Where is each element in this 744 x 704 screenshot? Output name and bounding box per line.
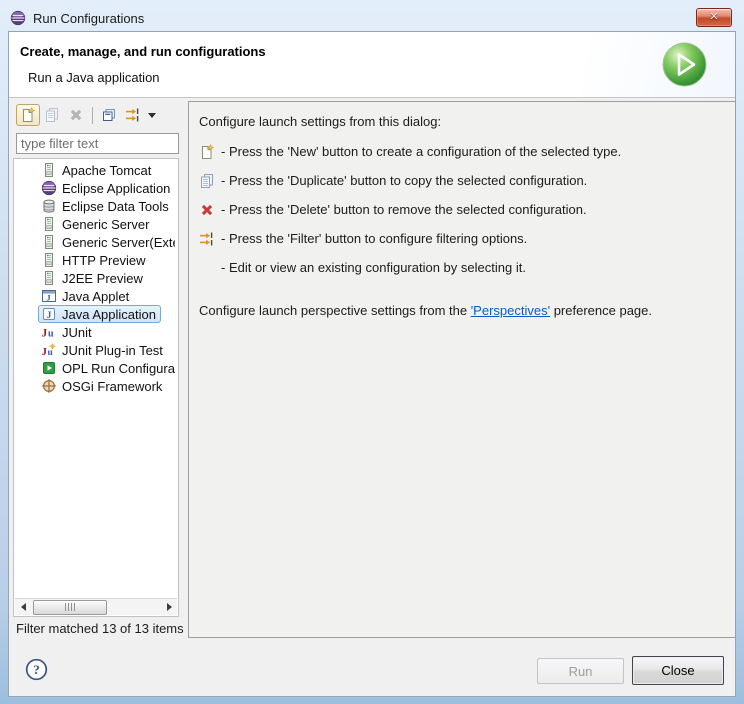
duplicate-button[interactable] — [40, 104, 64, 126]
server-icon — [41, 252, 57, 268]
tree-item-label: Generic Server — [62, 217, 149, 232]
scrollbar-thumb[interactable] — [33, 600, 107, 615]
titlebar[interactable]: Run Configurations — [10, 6, 688, 30]
tree-item-java-application[interactable]: J Java Application — [14, 305, 178, 323]
tree-item-label: OSGi Framework — [62, 379, 162, 394]
run-orb-icon — [661, 41, 708, 88]
toolbar-separator — [92, 107, 93, 124]
delete-button[interactable] — [64, 104, 88, 126]
server-icon — [41, 162, 57, 178]
tree-item-label: Eclipse Application — [62, 181, 170, 196]
dialog-body: Create, manage, and run configurations R… — [8, 31, 736, 697]
help-button[interactable]: ? — [25, 658, 48, 681]
tree-item-label: HTTP Preview — [62, 253, 146, 268]
delete-icon — [199, 202, 215, 218]
svg-text:J: J — [47, 311, 52, 321]
instructions-intro: Configure launch settings from this dial… — [199, 114, 725, 129]
instruction-row: - Edit or view an existing configuration… — [199, 259, 725, 276]
filter-status-text: Filter matched 13 of 13 items — [16, 621, 184, 636]
tree-item-label: Java Applet — [62, 289, 129, 304]
scroll-right-button[interactable] — [161, 599, 177, 615]
chevron-down-icon — [148, 113, 156, 118]
tree-item-generic-server[interactable]: Generic Server — [14, 215, 178, 233]
instruction-row: - Press the 'Delete' button to remove th… — [199, 201, 725, 218]
run-configurations-dialog: Run Configurations ✕ Create, manage, and… — [0, 0, 744, 704]
dialog-header-subtitle: Run a Java application — [28, 70, 160, 85]
java-application-icon: J — [41, 306, 57, 322]
tree-item-j2ee-preview[interactable]: J2EE Preview — [14, 269, 178, 287]
tree-item-label: JUnit Plug-in Test — [62, 343, 163, 358]
tree-item-junit[interactable]: Ju JUnit — [14, 323, 178, 341]
perspective-text-before: Configure launch perspective settings fr… — [199, 303, 471, 318]
configuration-tree: Apache Tomcat Eclipse Application Eclips… — [13, 158, 179, 617]
tree-item-eclipse-application[interactable]: Eclipse Application — [14, 179, 178, 197]
server-icon — [41, 234, 57, 250]
svg-text:u: u — [48, 329, 54, 340]
tree-item-label: Apache Tomcat — [62, 163, 151, 178]
filter-icon — [199, 231, 215, 247]
new-config-button[interactable] — [16, 104, 40, 126]
dialog-header-title: Create, manage, and run configurations — [20, 44, 266, 59]
instruction-row: - Press the 'Duplicate' button to copy t… — [199, 172, 725, 189]
server-icon — [41, 270, 57, 286]
perspective-note: Configure launch perspective settings fr… — [199, 303, 725, 318]
run-button[interactable]: Run — [537, 658, 624, 684]
tree-item-label: JUnit — [62, 325, 92, 340]
scroll-left-button[interactable] — [15, 599, 31, 615]
opl-run-icon — [41, 360, 57, 376]
osgi-icon — [41, 378, 57, 394]
instruction-row: - Press the 'New' button to create a con… — [199, 143, 725, 160]
toolbar-menu-button[interactable] — [145, 104, 159, 126]
instruction-text: - Press the 'Delete' button to remove th… — [221, 202, 587, 217]
server-icon — [41, 216, 57, 232]
tree-item-http-preview[interactable]: HTTP Preview — [14, 251, 178, 269]
tree-item-generic-server-external[interactable]: Generic Server(Externa — [14, 233, 178, 251]
perspective-text-after: preference page. — [550, 303, 652, 318]
tree-item-label: OPL Run Configuratio — [62, 361, 176, 376]
window-title: Run Configurations — [33, 11, 144, 26]
instruction-text: - Press the 'New' button to create a con… — [221, 144, 621, 159]
tree-item-osgi-framework[interactable]: OSGi Framework — [14, 377, 178, 395]
junit-icon: Ju — [41, 324, 57, 340]
arrow-left-icon — [21, 603, 26, 611]
filter-input[interactable] — [16, 133, 179, 154]
junit-plugin-icon: Ju — [41, 342, 57, 358]
java-applet-icon: J — [41, 288, 57, 304]
eclipse-icon — [41, 180, 57, 196]
tree-item-label: Java Application — [62, 307, 156, 322]
close-button[interactable]: Close — [632, 656, 724, 685]
tree-item-label: Eclipse Data Tools — [62, 199, 169, 214]
spacer — [199, 260, 215, 276]
database-icon — [41, 198, 57, 214]
instructions-panel: Configure launch settings from this dial… — [188, 101, 736, 638]
filter-button[interactable] — [121, 104, 145, 126]
launch-toolbar — [16, 103, 159, 127]
collapse-all-button[interactable] — [97, 104, 121, 126]
duplicate-icon — [199, 173, 215, 189]
new-config-icon — [199, 144, 215, 160]
tree-item-label: Generic Server(Externa — [62, 235, 176, 250]
tree-item-apache-tomcat[interactable]: Apache Tomcat — [14, 161, 178, 179]
instruction-text: - Edit or view an existing configuration… — [221, 260, 526, 275]
tree-item-eclipse-data-tools[interactable]: Eclipse Data Tools — [14, 197, 178, 215]
horizontal-scrollbar[interactable] — [15, 598, 177, 615]
instruction-text: - Press the 'Filter' button to configure… — [221, 231, 527, 246]
tree-item-junit-plugin-test[interactable]: Ju JUnit Plug-in Test — [14, 341, 178, 359]
tree-item-java-applet[interactable]: J Java Applet — [14, 287, 178, 305]
perspectives-link[interactable]: 'Perspectives' — [471, 303, 550, 318]
arrow-right-icon — [167, 603, 172, 611]
tree-item-label: J2EE Preview — [62, 271, 143, 286]
close-icon: ✕ — [709, 12, 718, 23]
grip-icon — [65, 603, 75, 611]
svg-text:?: ? — [33, 662, 40, 677]
instruction-row: - Press the 'Filter' button to configure… — [199, 230, 725, 247]
svg-text:J: J — [42, 328, 48, 340]
tree-item-opl-run-configuration[interactable]: OPL Run Configuratio — [14, 359, 178, 377]
window-close-button[interactable]: ✕ — [696, 8, 732, 27]
dialog-header: Create, manage, and run configurations R… — [9, 32, 735, 98]
eclipse-logo-icon — [10, 10, 26, 26]
instruction-text: - Press the 'Duplicate' button to copy t… — [221, 173, 587, 188]
